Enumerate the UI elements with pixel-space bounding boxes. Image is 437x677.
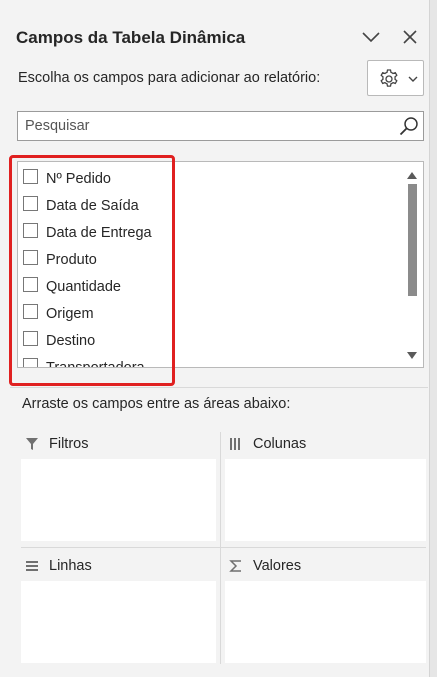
- scroll-down-icon[interactable]: [406, 351, 418, 361]
- drag-instructions: Arraste os campos entre as áreas abaixo:: [22, 396, 291, 412]
- search-input[interactable]: Pesquisar: [25, 118, 89, 134]
- chevron-down-icon: [408, 76, 418, 82]
- sigma-icon: [229, 560, 241, 572]
- columns-area-header: Colunas: [225, 434, 426, 456]
- pane-subtitle: Escolha os campos para adicionar ao rela…: [18, 70, 321, 86]
- filter-icon: [26, 438, 38, 450]
- values-area-label: Valores: [253, 558, 302, 574]
- filters-area-label: Filtros: [49, 436, 89, 452]
- pane-title: Campos da Tabela Dinâmica: [16, 28, 246, 47]
- area-vertical-divider: [220, 432, 221, 664]
- chevron-down-icon: [362, 32, 380, 43]
- field-list-settings-button[interactable]: [367, 60, 424, 96]
- rows-area-label: Linhas: [49, 558, 92, 574]
- values-area-header: Valores: [225, 556, 426, 578]
- scroll-up-icon[interactable]: [406, 170, 418, 180]
- rows-drop-zone[interactable]: [21, 581, 216, 663]
- scrollbar-thumb[interactable]: [408, 184, 417, 296]
- close-pane-button[interactable]: [399, 26, 421, 48]
- search-field[interactable]: Pesquisar: [17, 111, 424, 141]
- close-icon: [403, 30, 417, 44]
- pane-options-button[interactable]: [360, 26, 382, 48]
- columns-drop-zone[interactable]: [225, 459, 426, 541]
- filters-drop-zone[interactable]: [21, 459, 216, 541]
- rows-area-header: Linhas: [21, 556, 216, 578]
- section-divider: [10, 387, 428, 388]
- pivot-field-list-pane: Campos da Tabela Dinâmica Escolha os cam…: [0, 0, 430, 677]
- rows-icon: [26, 561, 38, 571]
- filters-area-header: Filtros: [21, 434, 216, 456]
- field-list-scrollbar[interactable]: [401, 162, 423, 367]
- area-horizontal-divider: [21, 547, 426, 548]
- columns-icon: [230, 438, 240, 450]
- gear-icon: [380, 69, 398, 87]
- search-icon[interactable]: [398, 115, 420, 137]
- values-drop-zone[interactable]: [225, 581, 426, 663]
- highlight-annotation-box: [9, 155, 175, 386]
- columns-area-label: Colunas: [253, 436, 307, 452]
